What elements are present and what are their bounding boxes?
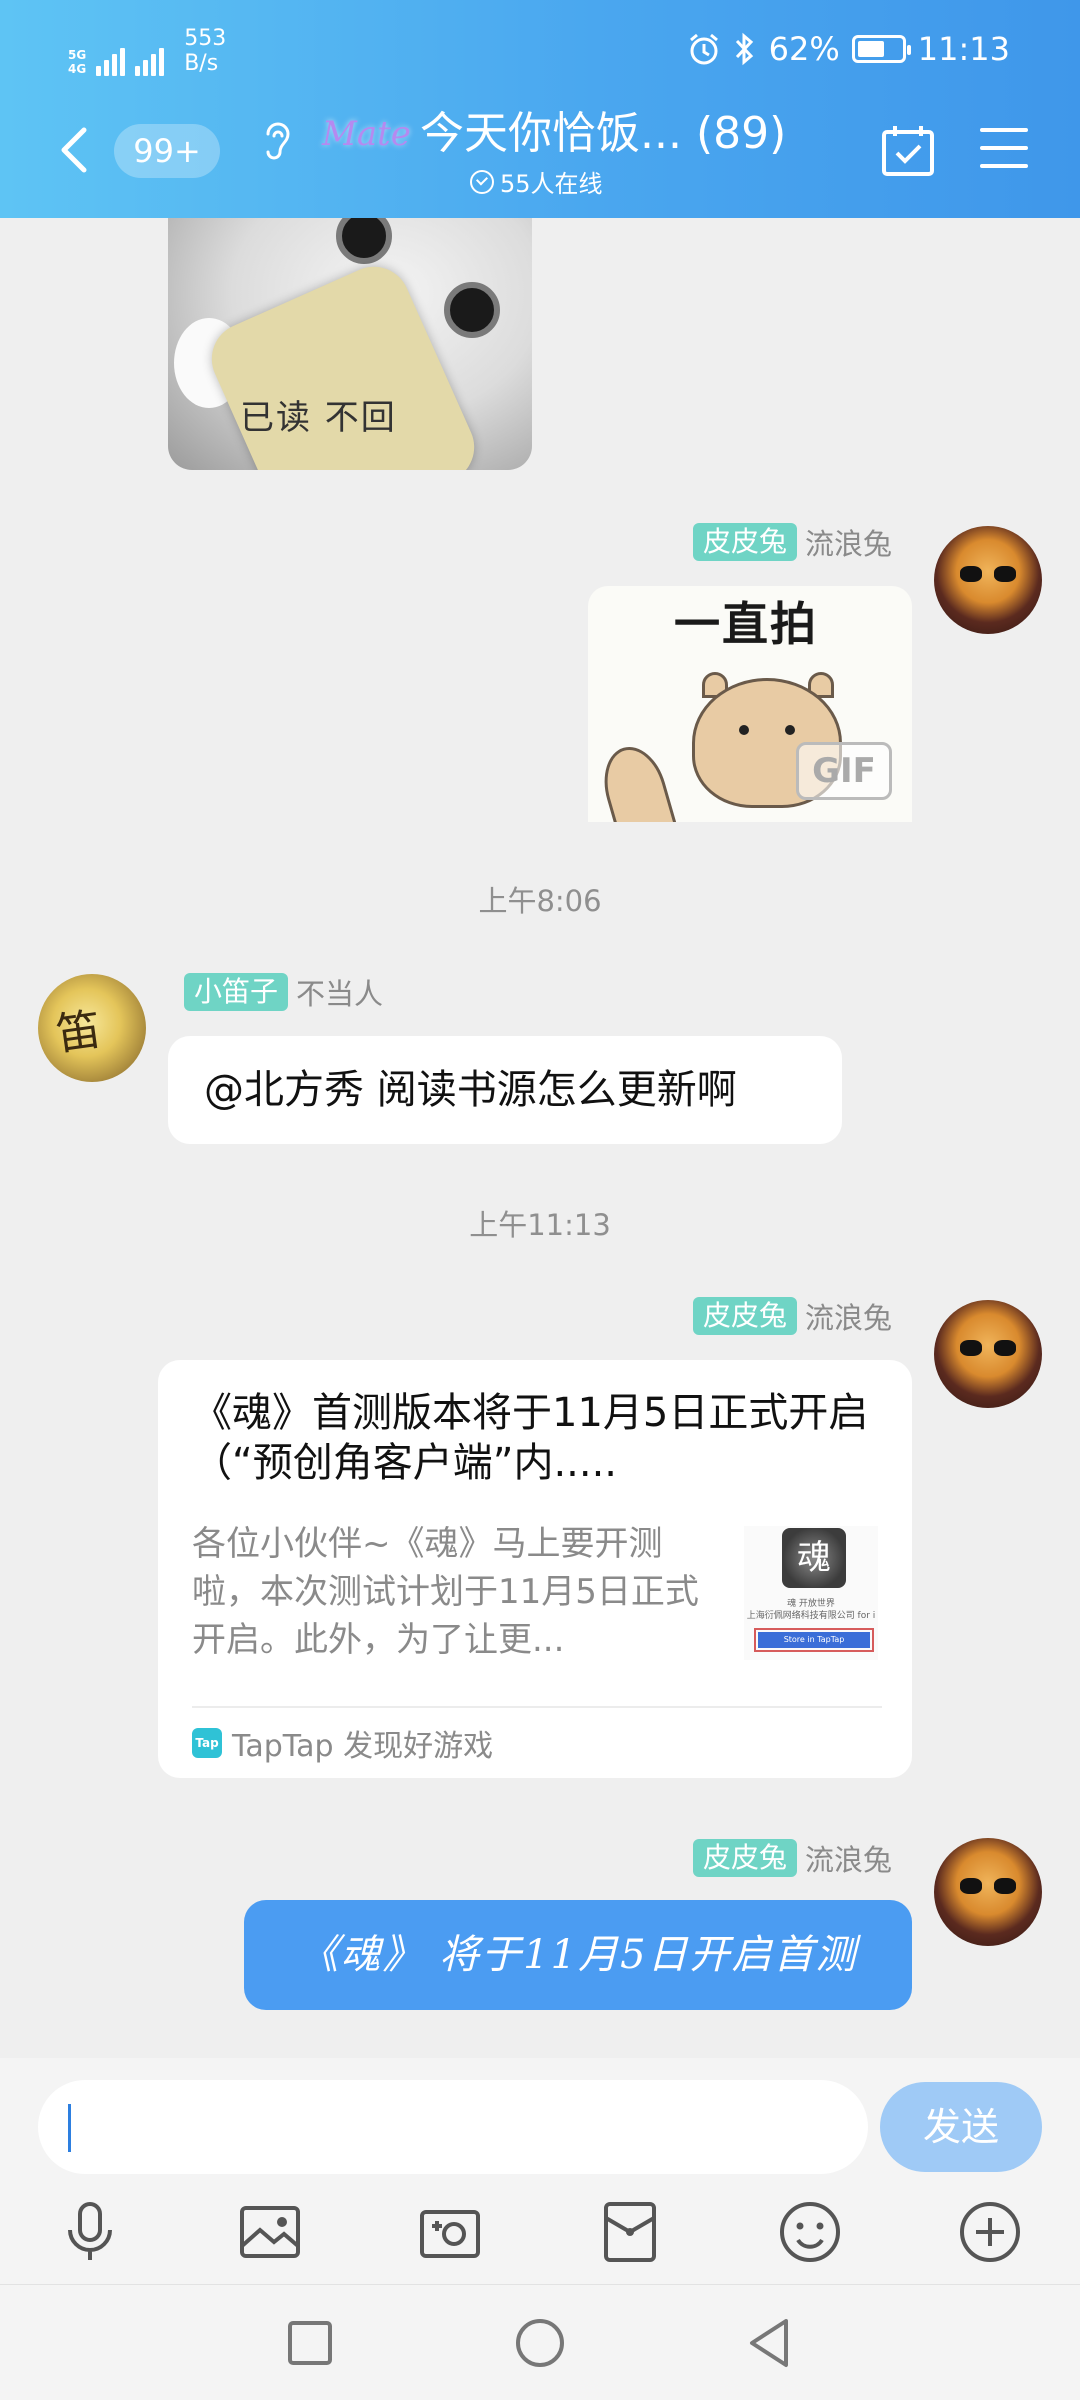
card-source-text: TapTap 发现好游戏 [232, 1729, 494, 1764]
network-type-bottom: 4G [68, 62, 87, 76]
gif-badge: GIF [796, 742, 892, 800]
sender-row: 小笛子 不当人 [184, 972, 383, 1012]
message-bubble[interactable]: @北方秀 阅读书源怎么更新啊 [168, 1036, 842, 1144]
message-input[interactable] [38, 2080, 868, 2174]
taptap-icon: Tap [192, 1728, 222, 1758]
emoji-icon[interactable] [774, 2196, 846, 2268]
timestamp: 上午11:13 [469, 1208, 611, 1242]
network-type-top: 5G [68, 48, 87, 62]
card-divider [192, 1706, 882, 1708]
link-share-card[interactable]: 《魂》首测版本将于11月5日正式开启（“预创角客户端”内..... 各位小伙伴~… [158, 1360, 912, 1778]
battery-percent: 62% [768, 30, 840, 68]
gif-sticker-image[interactable]: 一直拍 GIF [588, 586, 912, 822]
ear-icon[interactable] [258, 116, 296, 166]
menu-icon[interactable] [978, 124, 1030, 172]
plus-icon[interactable] [954, 2196, 1026, 2268]
chat-messages[interactable]: 已读 不回 皮皮兔 流浪兔 一直拍 GIF 上午8:06 笛 小笛子 不当人 @… [0, 218, 1080, 2058]
cat-image-text: 已读 不回 [240, 398, 397, 438]
input-panel: 发送 [0, 2058, 1080, 2284]
thumb-button-label: Store in TapTap [758, 1632, 870, 1648]
message-bubble[interactable]: 《魂》 将于11月5日开启首测 [244, 1900, 912, 2010]
bluetooth-icon [735, 32, 753, 66]
sender-row: 皮皮兔 流浪兔 [692, 1838, 892, 1878]
network-indicators: 5G 4G 553 B/s [68, 26, 226, 76]
avatar[interactable] [934, 526, 1042, 634]
net-speed-value: 553 [184, 26, 227, 51]
input-toolbar [0, 2196, 1080, 2282]
mate-logo: Mate [316, 106, 416, 166]
member-title-tag: 皮皮兔 [692, 523, 797, 561]
gif-caption: 一直拍 [674, 597, 818, 651]
check-circle-icon [470, 169, 494, 194]
sender-row: 皮皮兔 流浪兔 [692, 1296, 892, 1336]
back-triangle-icon[interactable] [740, 2313, 800, 2373]
online-count: 55人在线 [500, 170, 603, 198]
member-title-tag: 皮皮兔 [692, 1839, 797, 1877]
sender-nickname: 不当人 [296, 977, 384, 1011]
microphone-icon[interactable] [54, 2196, 126, 2268]
signal-1-icon [96, 42, 126, 76]
sender-nickname: 流浪兔 [804, 527, 892, 561]
cat-eye [444, 282, 500, 338]
network-type: 5G 4G [68, 48, 86, 76]
clock: 11:13 [917, 30, 1010, 68]
avatar[interactable]: 笛 [38, 974, 146, 1082]
battery-fill [857, 41, 884, 57]
hamster-paw [594, 739, 678, 822]
online-status: 55人在线 [470, 164, 603, 199]
alarm-icon [689, 33, 718, 65]
camera-icon[interactable] [414, 2196, 486, 2268]
battery-icon [851, 35, 911, 63]
avatar[interactable] [934, 1300, 1042, 1408]
signal-2-icon [135, 42, 165, 76]
mate-logo-text: Mate [322, 114, 411, 154]
red-packet-icon[interactable] [594, 2196, 666, 2268]
thumb-button: Store in TapTap [754, 1628, 874, 1652]
net-speed-unit: B/s [184, 51, 219, 76]
calendar-check-icon[interactable] [880, 122, 936, 178]
thumb-line-2: 上海衍佩网络科技有限公司 for i [746, 1611, 876, 1621]
timestamp: 上午8:06 [478, 884, 602, 918]
card-source: Tap TapTap 发现好游戏 [192, 1718, 493, 1768]
net-speed: 553 B/s [184, 26, 226, 76]
game-emblem: 魂 [782, 1528, 846, 1588]
avatar-glasses [960, 566, 1016, 584]
status-bar: 5G 4G 553 B/s 62% 11:13 [0, 0, 1080, 100]
sender-row: 皮皮兔 流浪兔 [692, 522, 892, 562]
text-caret [68, 2104, 71, 2152]
avatar-glasses [960, 1878, 1016, 1896]
system-indicators: 62% 11:13 [687, 30, 1010, 68]
card-title: 《魂》首测版本将于11月5日正式开启（“预创角客户端”内..... [192, 1390, 869, 1486]
cat-eye [336, 218, 392, 264]
system-nav-bar [0, 2284, 1080, 2400]
chat-header: 5G 4G 553 B/s 62% 11:13 99+ Mate 今天你恰饭..… [0, 0, 1080, 218]
back-icon[interactable] [52, 120, 98, 180]
avatar-glasses [960, 1340, 1016, 1358]
sender-nickname: 流浪兔 [804, 1301, 892, 1335]
member-title-tag: 皮皮兔 [692, 1297, 797, 1335]
card-description: 各位小伙伴~《魂》马上要开测啦，本次测试计划于11月5日正式开启。此外，为了让更… [192, 1524, 699, 1660]
avatar-calligraphy: 笛 [53, 1004, 104, 1061]
image-icon[interactable] [234, 2196, 306, 2268]
home-icon[interactable] [510, 2313, 570, 2373]
group-title[interactable]: 今天你恰饭... (89) [420, 104, 786, 164]
sender-nickname: 流浪兔 [804, 1843, 892, 1877]
cat-sticker-image[interactable]: 已读 不回 [168, 218, 532, 470]
recent-apps-icon[interactable] [280, 2313, 340, 2373]
card-thumbnail: 魂 魂 开放世界 上海衍佩网络科技有限公司 for i Store in Tap… [744, 1526, 878, 1660]
unread-count-badge[interactable]: 99+ [114, 124, 220, 178]
avatar[interactable] [934, 1838, 1042, 1946]
send-button[interactable]: 发送 [880, 2082, 1042, 2172]
member-title-tag: 小笛子 [184, 973, 289, 1011]
